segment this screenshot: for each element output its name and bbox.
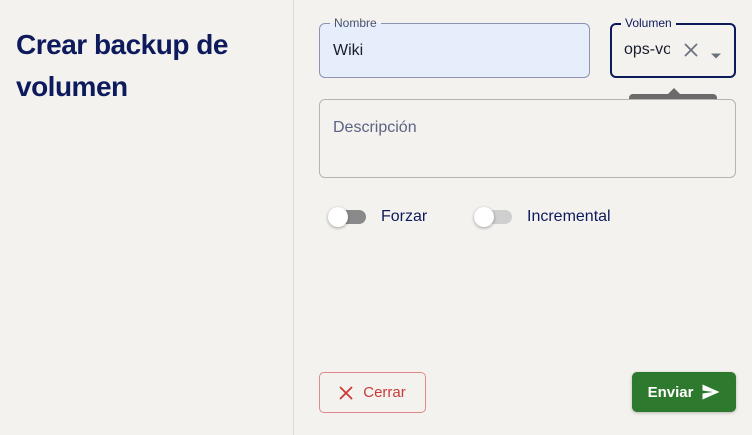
- volume-select-value[interactable]: ops-volumen2: [624, 41, 670, 59]
- arrow-drop-down-icon[interactable]: [710, 47, 722, 59]
- close-button-label: Cerrar: [363, 384, 406, 401]
- name-field-label: Nombre: [330, 16, 381, 30]
- send-button[interactable]: Enviar: [632, 372, 736, 412]
- force-toggle[interactable]: [328, 207, 366, 227]
- incremental-toggle-label[interactable]: Incremental: [527, 208, 611, 226]
- page-title: Crear backup de volumen: [16, 29, 228, 102]
- force-toggle-thumb[interactable]: [328, 207, 348, 227]
- close-icon[interactable]: [682, 41, 700, 59]
- close-button[interactable]: Cerrar: [319, 372, 426, 413]
- name-field-value[interactable]: Wiki: [333, 42, 363, 60]
- left-panel: Crear backup de volumen: [0, 0, 294, 435]
- send-button-label: Enviar: [647, 383, 694, 401]
- incremental-toggle[interactable]: [474, 207, 512, 227]
- name-field[interactable]: Nombre Wiki: [319, 16, 590, 78]
- description-field[interactable]: Descripción: [319, 99, 736, 178]
- send-icon: [702, 384, 720, 400]
- close-icon: [339, 386, 353, 399]
- description-placeholder: Descripción: [333, 119, 417, 136]
- incremental-toggle-thumb[interactable]: [474, 207, 494, 227]
- volume-select-label: Volumen: [621, 16, 676, 30]
- force-toggle-label[interactable]: Forzar: [381, 208, 427, 226]
- volume-select[interactable]: Volumen ops-volumen2: [610, 16, 736, 78]
